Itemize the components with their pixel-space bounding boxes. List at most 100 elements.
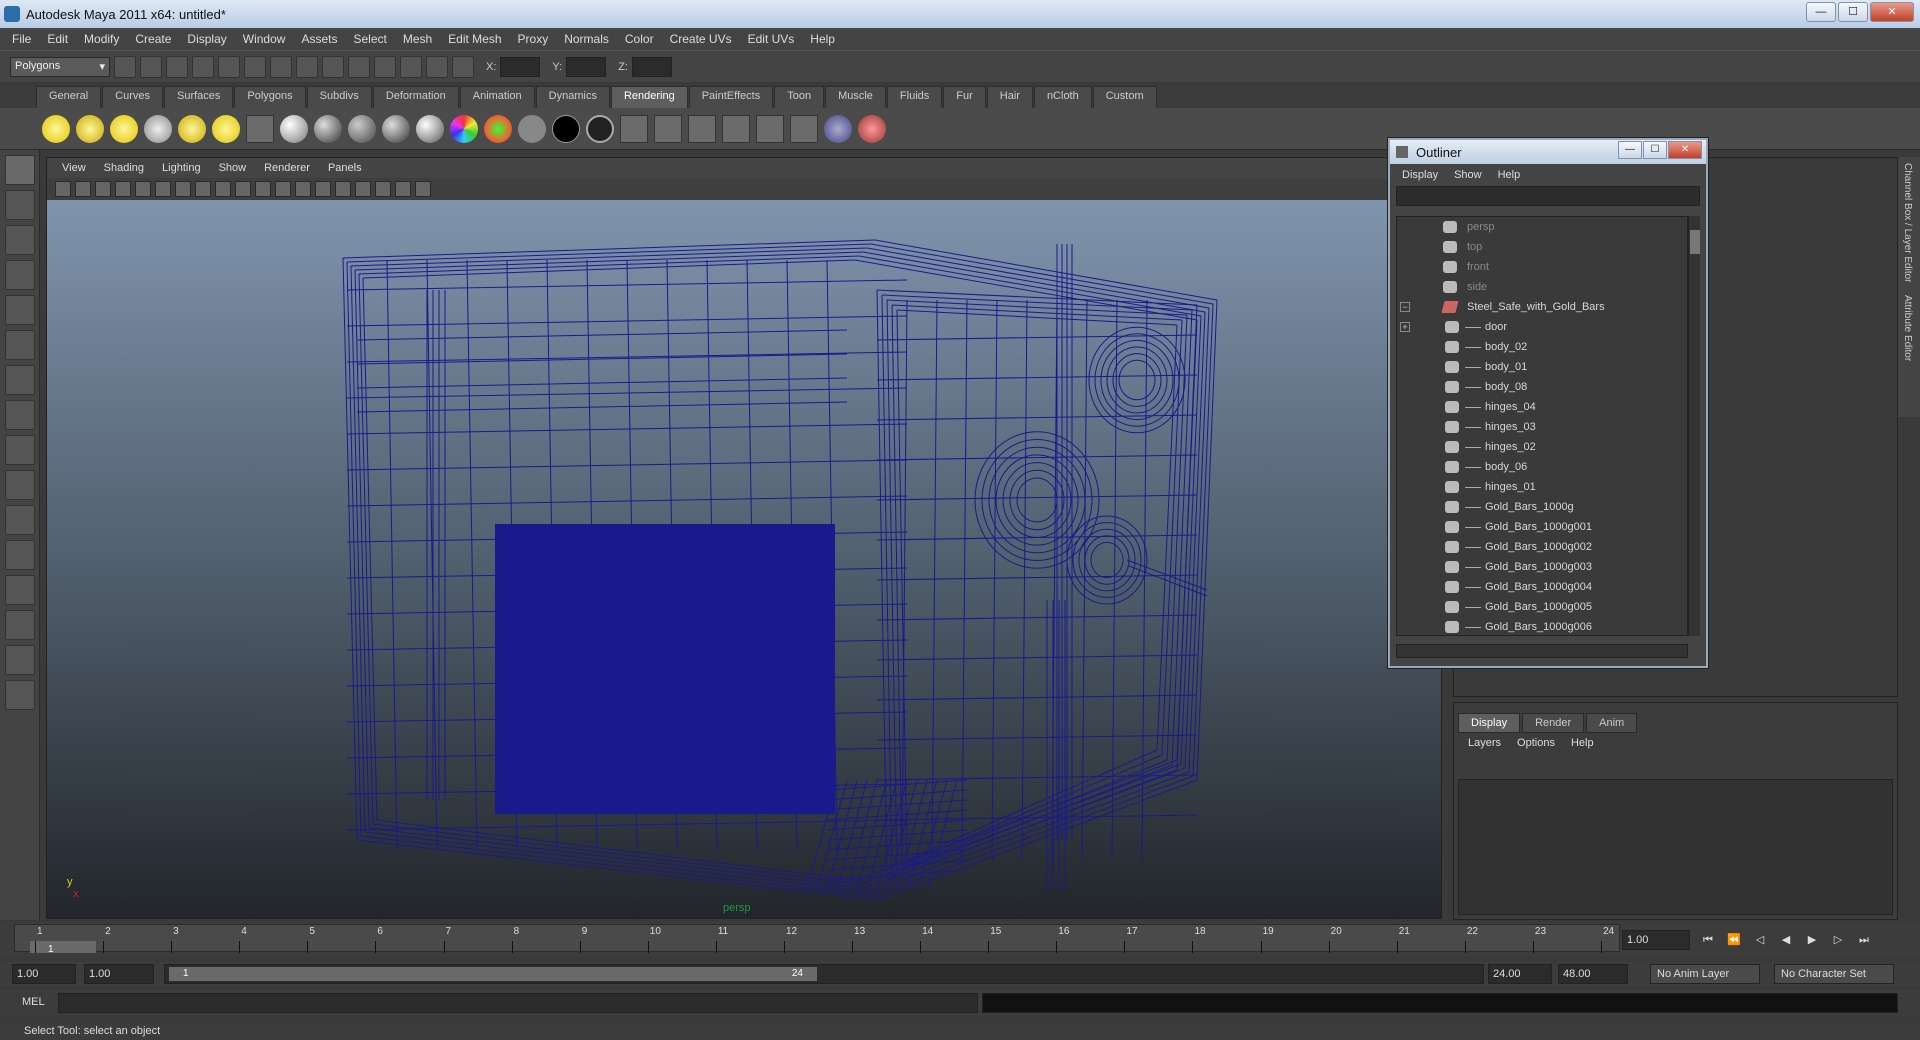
menu-select[interactable]: Select [345,32,394,46]
outliner-camera-item[interactable]: front [1397,257,1687,277]
play-forwards-icon[interactable]: ▶ [1802,930,1822,950]
character-set-dropdown[interactable]: No Character Set [1774,964,1894,984]
side-tab-attribute-editor[interactable]: Attribute Editor [1898,289,1917,367]
menu-create[interactable]: Create [127,32,179,46]
snap-grid-icon[interactable] [270,55,292,78]
anisotropic-shader-icon[interactable] [280,114,308,143]
go-to-end-icon[interactable]: ⏭ [1854,930,1874,950]
camera-attributes-icon[interactable] [75,181,91,197]
viewport-menu-show[interactable]: Show [210,162,256,174]
time-ruler[interactable]: 1 1 2 3 4 5 6 7 8 9 10 11 12 13 14 15 16 17 18 19 20 21 22 23 2… [14,924,1620,955]
expand-icon[interactable]: + [1400,322,1410,332]
point-light-icon[interactable] [110,114,138,143]
outliner-close-button[interactable]: ✕ [1668,141,1702,159]
outliner-item[interactable]: + door [1397,317,1687,337]
paint-render-icon[interactable] [858,114,886,143]
resolution-gate-icon[interactable] [175,181,191,197]
render-icon[interactable] [400,55,422,78]
layered-shader-icon[interactable] [484,114,512,143]
menu-normals[interactable]: Normals [556,32,617,46]
shelf-tab-ncloth[interactable]: nCloth [1033,86,1092,108]
menu-edit-uvs[interactable]: Edit UVs [740,32,803,46]
rotate-tool-icon[interactable] [4,295,35,325]
viewport-scene[interactable]: y x persp [47,200,1441,918]
phong-e-shader-icon[interactable] [416,114,444,143]
new-scene-icon[interactable] [114,55,136,78]
outliner-camera-item[interactable]: top [1397,237,1687,257]
shelf-tab-muscle[interactable]: Muscle [825,86,886,108]
graph-editor-layout-icon[interactable] [4,610,35,640]
outliner-item[interactable]: hinges_03 [1397,417,1687,437]
outliner-item[interactable]: hinges_01 [1397,477,1687,497]
outliner-scroll-thumb[interactable] [1690,230,1700,254]
viewport-menu-panels[interactable]: Panels [319,162,371,174]
field-chart-icon[interactable] [215,181,231,197]
render-layer-icon[interactable] [246,114,274,143]
minimize-button[interactable]: — [1806,2,1836,22]
maximize-button[interactable]: ☐ [1838,2,1868,22]
outliner-maximize-button[interactable]: ☐ [1643,141,1667,159]
step-forward-key-icon[interactable]: ▷ [1828,930,1848,950]
render-view-icon[interactable] [722,114,750,143]
shelf-tab-general[interactable]: General [36,86,102,108]
safe-title-icon[interactable] [255,181,271,197]
start-time-field[interactable]: 1.00 [12,964,76,984]
area-light-icon[interactable] [178,114,206,143]
film-gate-icon[interactable] [155,181,171,197]
outliner-item[interactable]: body_08 [1397,377,1687,397]
menu-assets[interactable]: Assets [293,32,345,46]
shelf-tab-hair[interactable]: Hair [986,86,1033,108]
outliner-group-item[interactable]: − Steel_Safe_with_Gold_Bars [1397,297,1687,317]
hypershade-icon[interactable] [756,114,784,143]
outliner-menu-show[interactable]: Show [1446,169,1490,181]
y-field[interactable] [566,56,607,77]
shelf-tab-subdivs[interactable]: Subdivs [306,86,372,108]
smooth-shade-icon[interactable] [295,181,311,197]
outliner-item[interactable]: Gold_Bars_1000g005 [1397,597,1687,617]
lambert-shader-icon[interactable] [348,114,376,143]
shelf-tab-fluids[interactable]: Fluids [886,86,943,108]
last-used-tool-icon[interactable] [4,470,35,500]
outliner-item[interactable]: Gold_Bars_1000g001 [1397,517,1687,537]
show-manipulator-icon[interactable] [4,435,35,465]
render-settings-shelf-icon[interactable] [790,114,818,143]
collapse-icon[interactable]: − [1400,302,1410,312]
snap-point-icon[interactable] [322,55,344,78]
outliner-camera-item[interactable]: side [1397,277,1687,297]
blinn-shader-icon[interactable] [314,114,342,143]
soft-modification-icon[interactable] [4,400,35,430]
outliner-list[interactable]: persp top front side − Steel_Safe_with_Gold_B… [1396,216,1688,636]
playback-start-field[interactable]: 1.00 [84,964,154,984]
outliner-item[interactable]: body_02 [1397,337,1687,357]
close-button[interactable]: ✕ [1870,2,1914,22]
layer-tab-anim[interactable]: Anim [1586,713,1638,733]
shelf-tab-surfaces[interactable]: Surfaces [163,86,234,108]
outliner-item[interactable]: Gold_Bars_1000g006 [1397,617,1687,635]
end-time-field[interactable]: 48.00 [1558,964,1628,984]
select-tool-icon[interactable] [4,155,35,185]
shelf-tab-curves[interactable]: Curves [102,86,163,108]
use-background-icon[interactable] [552,114,580,143]
menu-help[interactable]: Help [802,32,843,46]
lasso-tool-icon[interactable] [4,190,35,220]
paint-select-tool-icon[interactable] [4,225,35,255]
anim-layer-dropdown[interactable]: No Anim Layer [1650,964,1760,984]
render-settings-icon[interactable] [452,55,474,78]
single-perspective-layout-icon[interactable] [4,505,35,535]
batch-render-icon[interactable] [688,114,716,143]
playback-end-field[interactable]: 24.00 [1488,964,1552,984]
layer-menu-help[interactable]: Help [1563,737,1602,749]
open-scene-icon[interactable] [140,55,162,78]
playback-range-bar[interactable]: 1 24 [164,964,1484,984]
outliner-persp-layout-icon[interactable] [4,575,35,605]
outliner-title-bar[interactable]: Outliner — ☐ ✕ [1390,140,1706,164]
snap-plane-icon[interactable] [348,55,370,78]
playback-range-handle[interactable]: 1 24 [169,967,817,981]
assign-material-icon[interactable] [824,114,852,143]
shelf-tab-deformation[interactable]: Deformation [372,86,459,108]
phong-shader-icon[interactable] [382,114,410,143]
viewport-menu-renderer[interactable]: Renderer [255,162,319,174]
outliner-menu-help[interactable]: Help [1490,169,1529,181]
outliner-item[interactable]: Gold_Bars_1000g003 [1397,557,1687,577]
go-to-start-icon[interactable]: ⏮ [1698,930,1718,950]
